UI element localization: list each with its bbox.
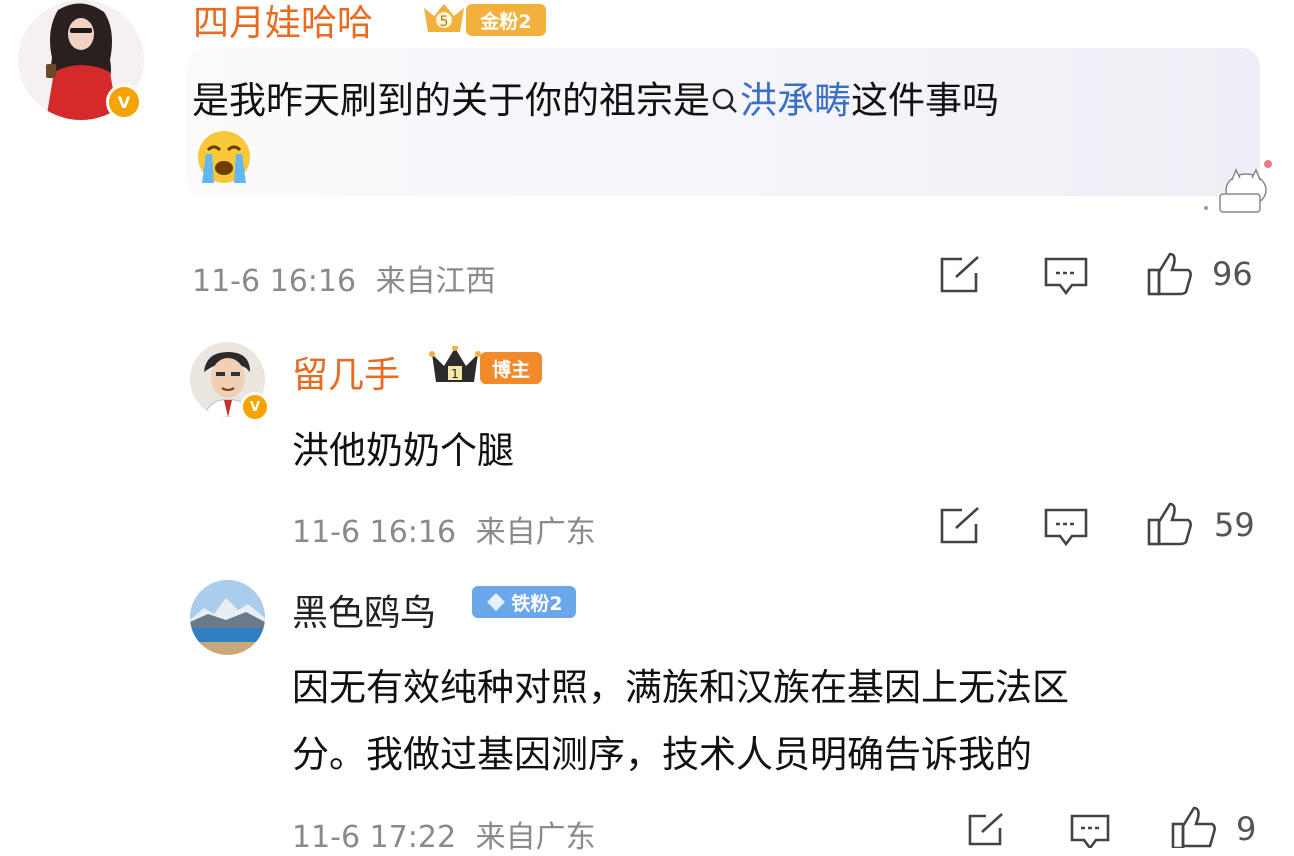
avatar[interactable] [190,580,265,655]
location: 来自广东 [475,820,596,855]
verified-v-icon: V [240,392,270,422]
timestamp: 11-6 17:22 [292,820,457,855]
fan-level-number: 5 [440,14,449,30]
thumbs-up-icon[interactable] [1146,500,1194,548]
comment-text-line-1: 因无有效纯种对照，满族和汉族在基因上无法区 [292,666,1069,709]
share-icon[interactable] [938,255,984,295]
timestamp: 11-6 16:16 [192,264,357,299]
comment-text-after: 这件事吗 [851,79,999,122]
location: 来自江西 [375,264,496,299]
thumbs-up-icon[interactable] [1146,250,1194,298]
comment-meta: 11-6 16:16 来自江西 [192,256,496,300]
comment-icon[interactable] [1042,506,1090,548]
fan-badge[interactable]: 金粉2 [466,4,546,36]
username[interactable]: 留几手 [292,346,400,398]
thumbs-up-icon[interactable] [1170,804,1216,850]
location: 来自广东 [475,515,596,550]
search-icon [712,88,737,113]
timestamp: 11-6 16:16 [292,515,457,550]
blogger-badge[interactable]: 博主 [480,352,542,384]
comment-icon[interactable] [1042,255,1090,297]
crown-icon: 1 [428,345,482,386]
comment-text: 是我昨天刷到的关于你的祖宗是 洪承畴这件事吗 [192,70,999,124]
username[interactable]: 四月娃哈哈 [193,0,373,46]
comment-meta: 11-6 17:22 来自广东 [292,812,596,856]
fan-level-icon: 5 [420,2,468,36]
comment-text-before: 是我昨天刷到的关于你的祖宗是 [192,79,710,122]
username[interactable]: 黑色鸥鸟 [292,584,436,636]
verified-v-icon: V [106,84,142,120]
crying-face-emoji [194,128,254,186]
like-count: 9 [1236,810,1257,848]
like-count: 59 [1214,506,1255,544]
share-icon[interactable] [966,812,1006,848]
fan-badge-label: 铁粉2 [511,592,563,615]
comment-meta: 11-6 16:16 来自广东 [292,507,596,551]
bubble-decoration-icon [1196,150,1280,218]
share-icon[interactable] [938,506,984,546]
fan-badge[interactable]: 铁粉2 [472,586,576,618]
comment-text-line-2: 分。我做过基因测序，技术人员明确告诉我的 [292,733,1032,776]
search-link-label: 洪承畴 [740,79,851,122]
diamond-icon [487,593,506,611]
crown-level-number: 1 [451,367,459,381]
comment-text: 洪他奶奶个腿 [292,429,514,472]
search-link[interactable]: 洪承畴 [710,79,851,122]
comment-icon[interactable] [1068,812,1112,851]
like-count: 96 [1212,255,1253,293]
